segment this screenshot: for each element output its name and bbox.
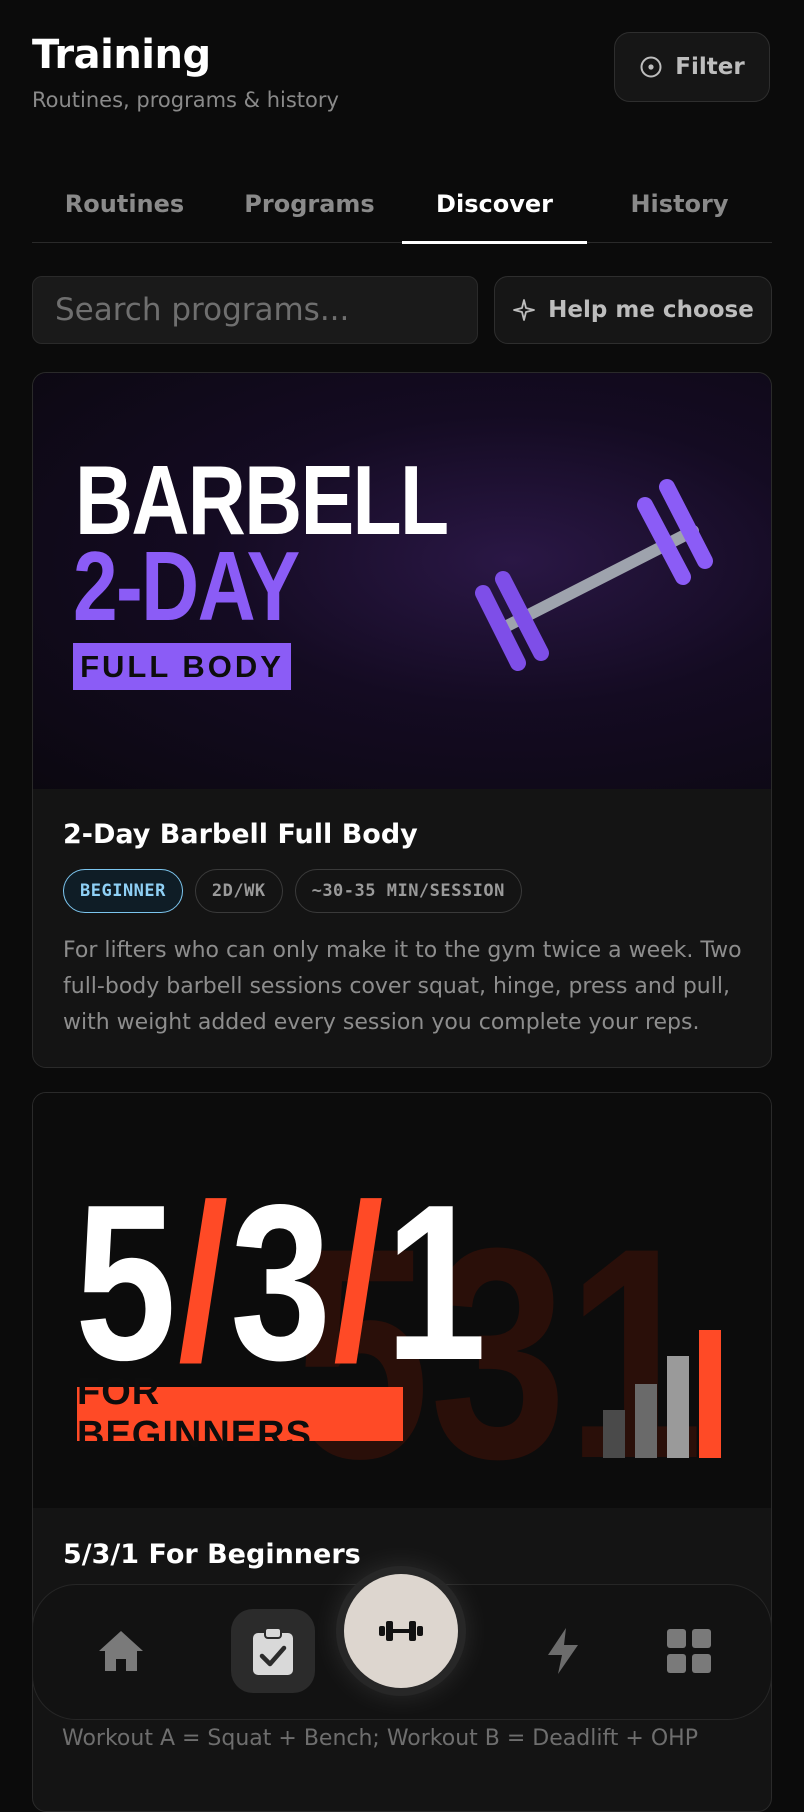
filter-label: Filter [675, 54, 745, 80]
hero-badge: FULL BODY [73, 643, 291, 690]
clipboard-check-icon [253, 1627, 293, 1675]
dumbbell-icon [379, 1621, 423, 1641]
nav-training-button[interactable] [344, 1574, 458, 1688]
level-tag: BEGINNER [63, 869, 183, 913]
program-title: 2-Day Barbell Full Body [63, 819, 418, 850]
filter-icon [640, 56, 662, 78]
help-me-choose-label: Help me choose [548, 297, 754, 323]
hero-heading: 5/3/1 [75, 1159, 489, 1407]
tab-programs[interactable]: Programs [217, 168, 402, 242]
tab-bar: Routines Programs Discover History [32, 168, 772, 244]
frequency-tag: 2D/WK [194, 869, 283, 913]
search-input[interactable] [32, 276, 478, 344]
hero-heading-line2: 2-DAY [73, 531, 300, 641]
hero-badge: FOR BEGINNERS [77, 1371, 403, 1456]
program-hero-image: BARBELL 2-DAY FULL BODY [33, 373, 771, 789]
duration-tag: ~30-35 MIN/SESSION [294, 869, 522, 913]
program-description-visible: Workout A = Squat + Bench; Workout B = D… [62, 1726, 698, 1751]
program-card[interactable]: BARBELL 2-DAY FULL BODY 2-Day Barbell Fu… [32, 372, 772, 1068]
nav-activity[interactable] [521, 1609, 605, 1693]
tab-discover[interactable]: Discover [402, 168, 587, 244]
lightning-icon [548, 1628, 578, 1674]
program-tags: BEGINNER 2D/WK ~30-35 MIN/SESSION [63, 869, 522, 913]
nav-more[interactable] [647, 1609, 731, 1693]
bar-chart-icon [603, 1330, 721, 1458]
page-subtitle: Routines, programs & history [32, 88, 339, 112]
sparkle-icon [513, 299, 536, 321]
program-hero-image: 531 5/3/1 FOR BEGINNERS [33, 1093, 771, 1508]
tab-routines[interactable]: Routines [32, 168, 217, 242]
barbell-icon [475, 479, 713, 671]
grid-icon [667, 1629, 711, 1673]
nav-workouts[interactable] [231, 1609, 315, 1693]
home-icon [99, 1631, 143, 1671]
program-title: 5/3/1 For Beginners [63, 1539, 361, 1570]
help-me-choose-button[interactable]: Help me choose [494, 276, 772, 344]
tab-history[interactable]: History [587, 168, 772, 242]
filter-button[interactable]: Filter [614, 32, 770, 102]
page-title: Training [32, 32, 211, 78]
program-description: For lifters who can only make it to the … [63, 938, 742, 1035]
nav-home[interactable] [79, 1609, 163, 1693]
